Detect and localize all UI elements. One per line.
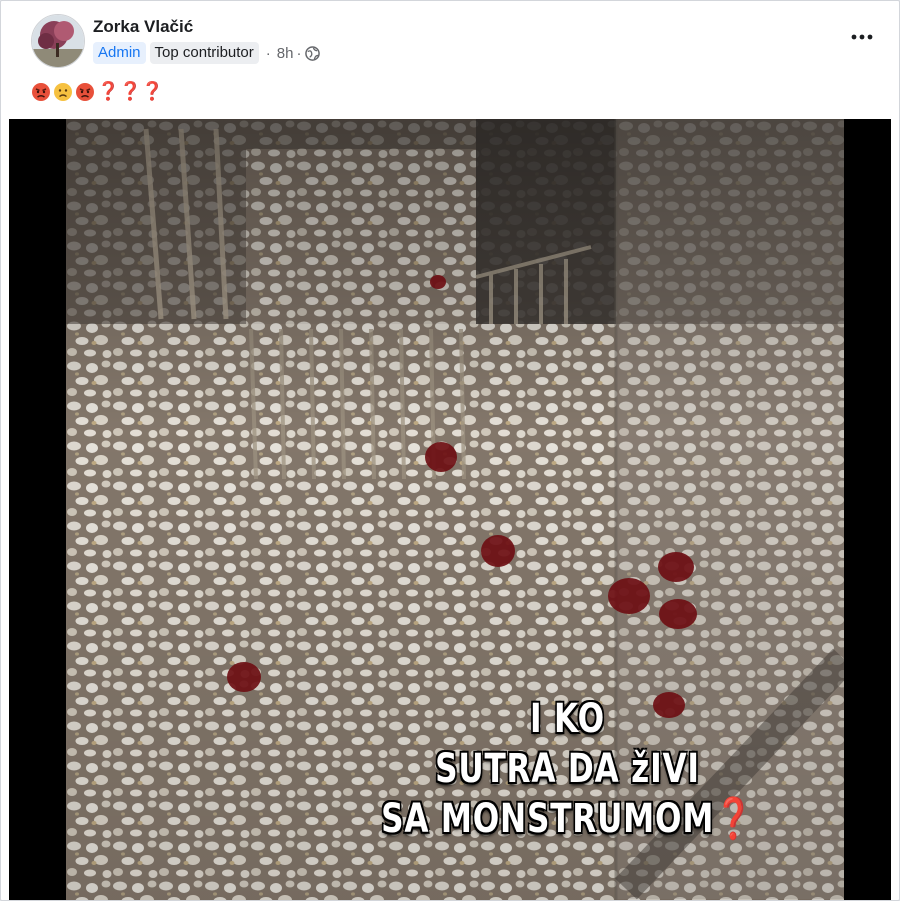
red-question-mark: ❓ — [97, 81, 120, 101]
red-question-mark: ❓ — [714, 796, 754, 842]
video-player[interactable]: I KO SUTRA DA žIVI SA MONSTRUMOM❓ — [9, 119, 891, 900]
separator: · — [265, 44, 271, 62]
more-horizontal-icon — [851, 34, 873, 40]
post-meta: Admin Top contributor · 8h · — [93, 41, 321, 65]
globe-icon — [305, 45, 321, 61]
avatar[interactable] — [31, 14, 85, 68]
post-time[interactable]: 8h — [277, 45, 294, 62]
overlay-line: SUTRA DA žIVI — [435, 746, 701, 792]
post-header: Zorka Vlačić Admin Top contributor · 8h … — [1, 1, 899, 116]
angry-face-emoji — [75, 82, 95, 102]
frowning-face-emoji — [53, 82, 73, 102]
top-contributor-badge[interactable]: Top contributor — [149, 42, 259, 64]
post-caption: ❓ ❓ ❓ — [31, 79, 164, 105]
overlay-line: SA MONSTRUMOM❓ — [381, 794, 754, 844]
more-options-button[interactable] — [845, 21, 879, 53]
overlay-line-text: SA MONSTRUMOM — [381, 796, 715, 842]
separator: · — [296, 44, 302, 62]
video-overlay-text: I KO SUTRA DA žIVI SA MONSTRUMOM❓ — [381, 694, 754, 844]
overlay-line: I KO — [530, 696, 606, 742]
admin-badge[interactable]: Admin — [93, 42, 146, 64]
angry-face-emoji — [31, 82, 51, 102]
post-card: Zorka Vlačić Admin Top contributor · 8h … — [0, 0, 900, 901]
red-question-mark: ❓ — [119, 81, 142, 101]
author-name[interactable]: Zorka Vlačić — [93, 17, 193, 37]
red-question-mark: ❓ — [141, 81, 164, 101]
video-frame: I KO SUTRA DA žIVI SA MONSTRUMOM❓ — [66, 119, 844, 900]
